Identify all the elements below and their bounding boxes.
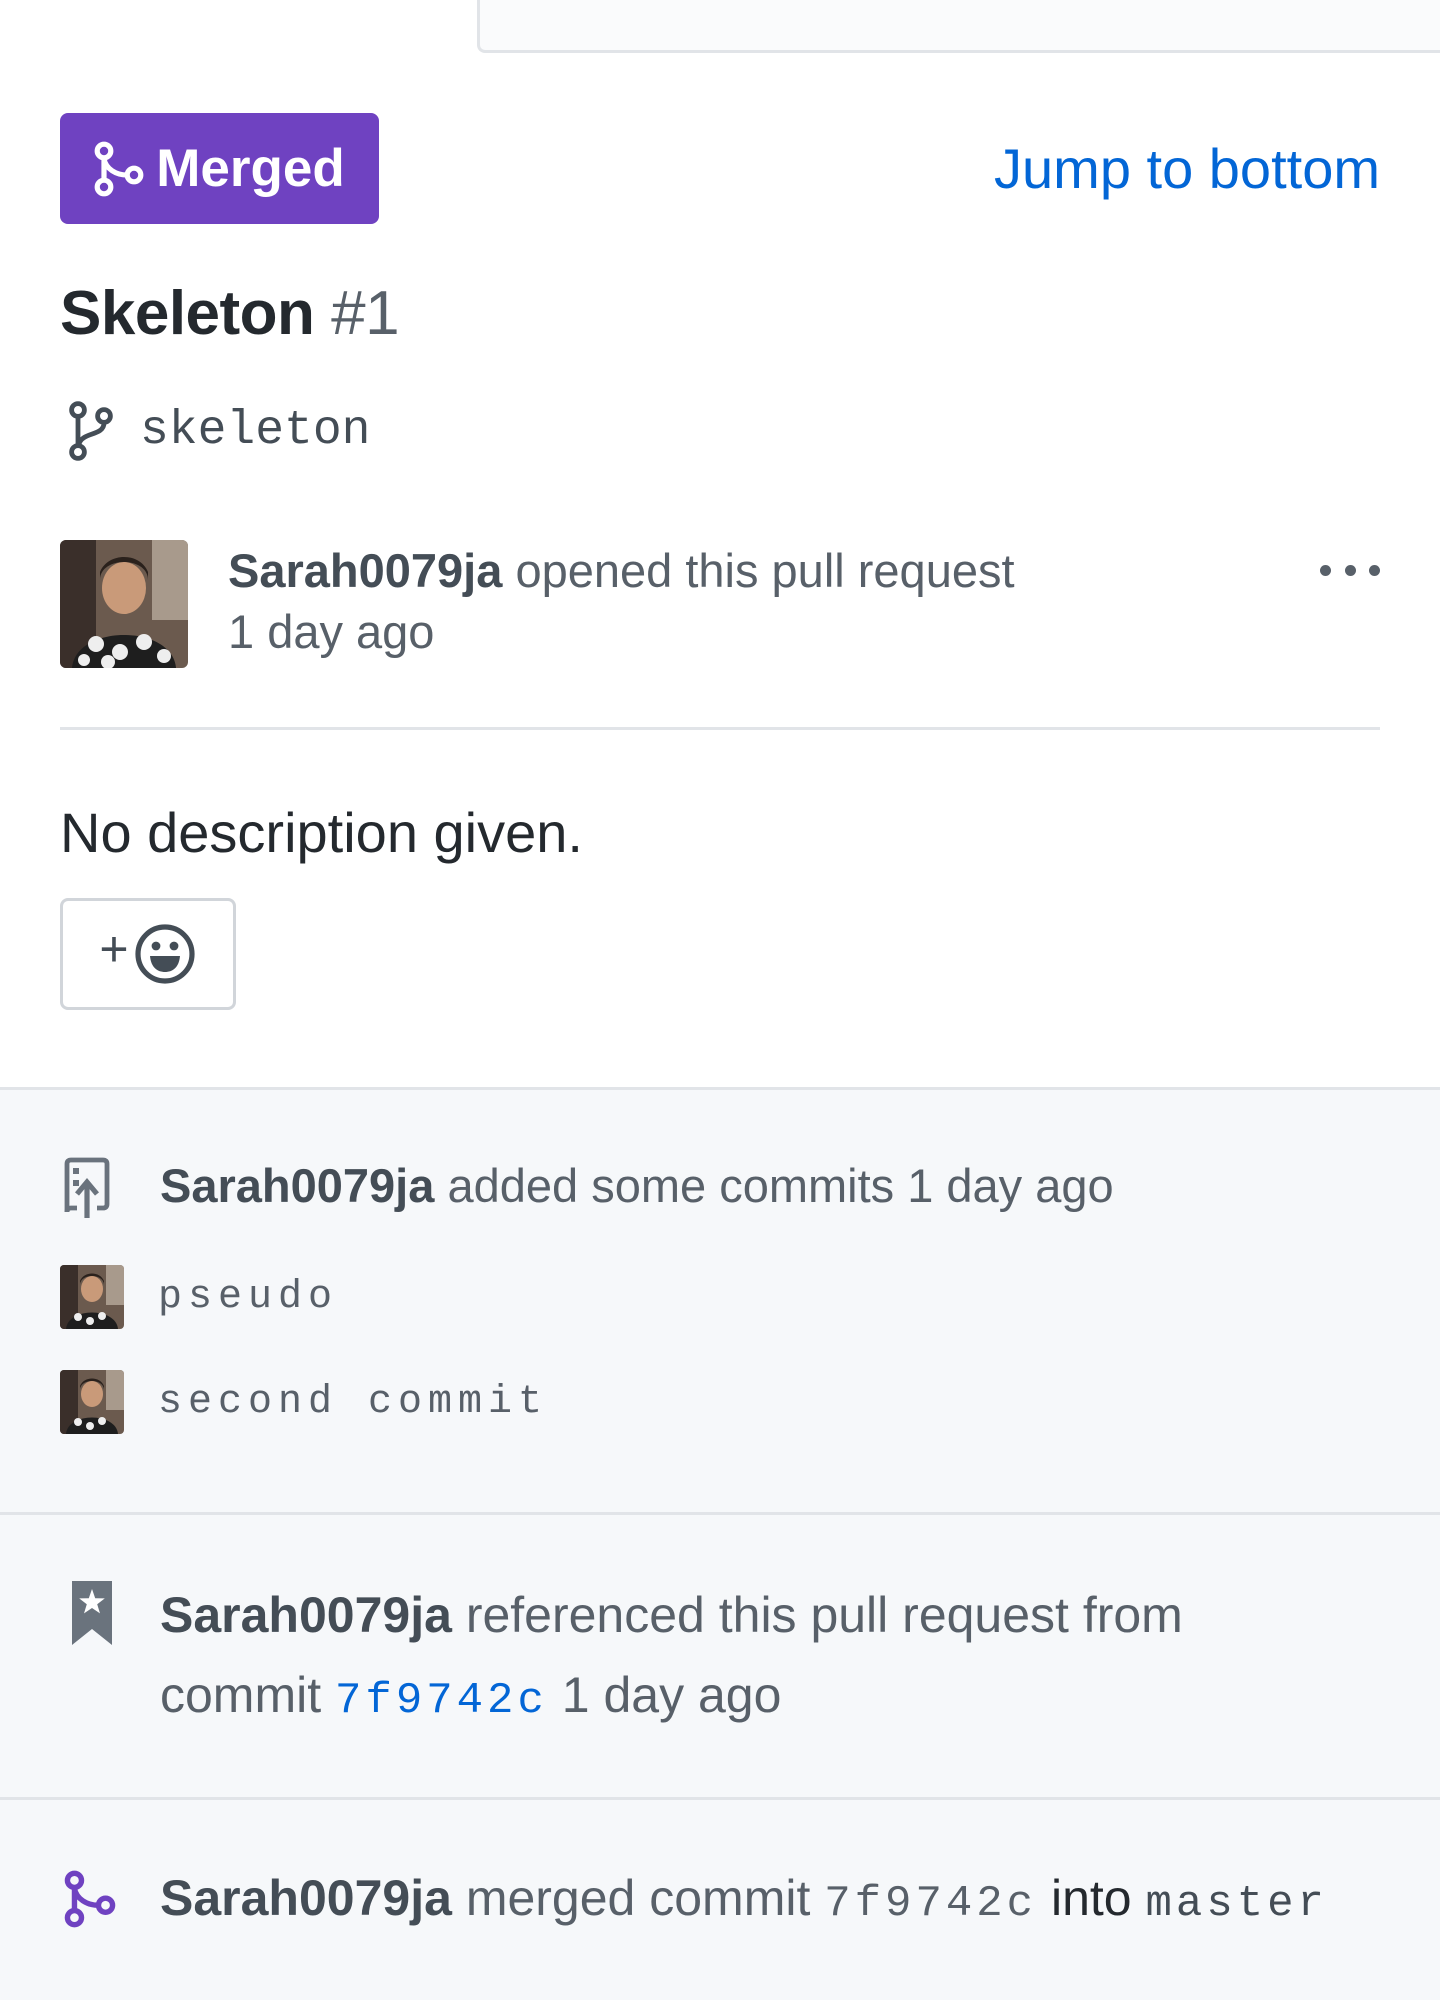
merge-commit-sha[interactable]: 7f9742c	[824, 1879, 1037, 1929]
commit-message-link[interactable]: second commit	[158, 1380, 548, 1425]
opened-timestamp[interactable]: 1 day ago	[228, 604, 434, 659]
commit-item: second commit	[60, 1370, 548, 1434]
author-avatar[interactable]	[60, 540, 188, 668]
timeline-reference-event: Sarah0079ja referenced this pull request…	[0, 1512, 1440, 1800]
author-name[interactable]: Sarah0079ja	[228, 544, 502, 597]
timeline-merge-event: Sarah0079ja merged commit 7f9742c into m…	[0, 1797, 1440, 2000]
avatar-image	[60, 1265, 124, 1329]
reference-event-text: Sarah0079ja referenced this pull request…	[160, 1575, 1380, 1741]
commits-action-text: added some commits 1 day ago	[447, 1159, 1114, 1212]
page-title: Skeleton #1	[60, 278, 400, 349]
plus-icon: +	[99, 921, 129, 977]
kebab-dot	[1344, 564, 1356, 576]
smiley-icon	[134, 924, 195, 984]
commit-item: pseudo	[60, 1265, 338, 1329]
commit-author-avatar[interactable]	[60, 1265, 124, 1329]
pr-description: No description given.	[60, 801, 583, 864]
reference-timestamp[interactable]: 1 day ago	[562, 1667, 782, 1723]
commit-author-avatar[interactable]	[60, 1370, 124, 1434]
branch-ref: skeleton	[66, 400, 370, 462]
pr-number: #1	[331, 279, 400, 348]
commit-message-link[interactable]: pseudo	[158, 1275, 338, 1320]
git-branch-icon	[69, 401, 113, 461]
merge-action-text: merged commit	[465, 1870, 811, 1926]
actor-name[interactable]: Sarah0079ja	[160, 1159, 434, 1212]
kebab-dot	[1320, 564, 1331, 576]
kebab-dot	[1369, 564, 1380, 576]
merged-status-badge: Merged	[60, 113, 379, 224]
actor-name[interactable]: Sarah0079ja	[160, 1870, 452, 1926]
previous-panel-edge	[477, 0, 1440, 53]
commits-event-text: Sarah0079ja added some commits 1 day ago	[160, 1146, 1114, 1226]
repo-push-icon	[64, 1157, 110, 1218]
commit-word: commit	[160, 1667, 322, 1723]
bookmark-icon	[72, 1581, 112, 1645]
commit-sha-link[interactable]: 7f9742c	[335, 1676, 548, 1726]
target-branch[interactable]: master	[1146, 1879, 1328, 1929]
opened-action-text: opened this pull request	[515, 544, 1015, 597]
git-merge-icon	[94, 141, 144, 196]
opened-by-line: Sarah0079ja opened this pull request	[228, 541, 1015, 601]
avatar-image	[60, 540, 188, 668]
reference-action-text: referenced this pull request from	[465, 1587, 1183, 1643]
merged-status-label: Merged	[156, 139, 345, 198]
avatar-image	[60, 1370, 124, 1434]
branch-name[interactable]: skeleton	[140, 404, 370, 458]
add-reaction-button[interactable]: +	[60, 898, 236, 1010]
timeline-commits-event: Sarah0079ja added some commits 1 day ago…	[0, 1087, 1440, 1515]
more-options-button[interactable]	[1320, 550, 1380, 590]
merge-event-text: Sarah0079ja merged commit 7f9742c into m…	[160, 1858, 1328, 1944]
into-text: into	[1051, 1870, 1132, 1926]
git-merge-icon	[64, 1870, 116, 1928]
pr-title-text: Skeleton	[60, 279, 315, 348]
jump-to-bottom-link[interactable]: Jump to bottom	[994, 136, 1380, 201]
divider	[60, 727, 1380, 730]
actor-name[interactable]: Sarah0079ja	[160, 1587, 452, 1643]
